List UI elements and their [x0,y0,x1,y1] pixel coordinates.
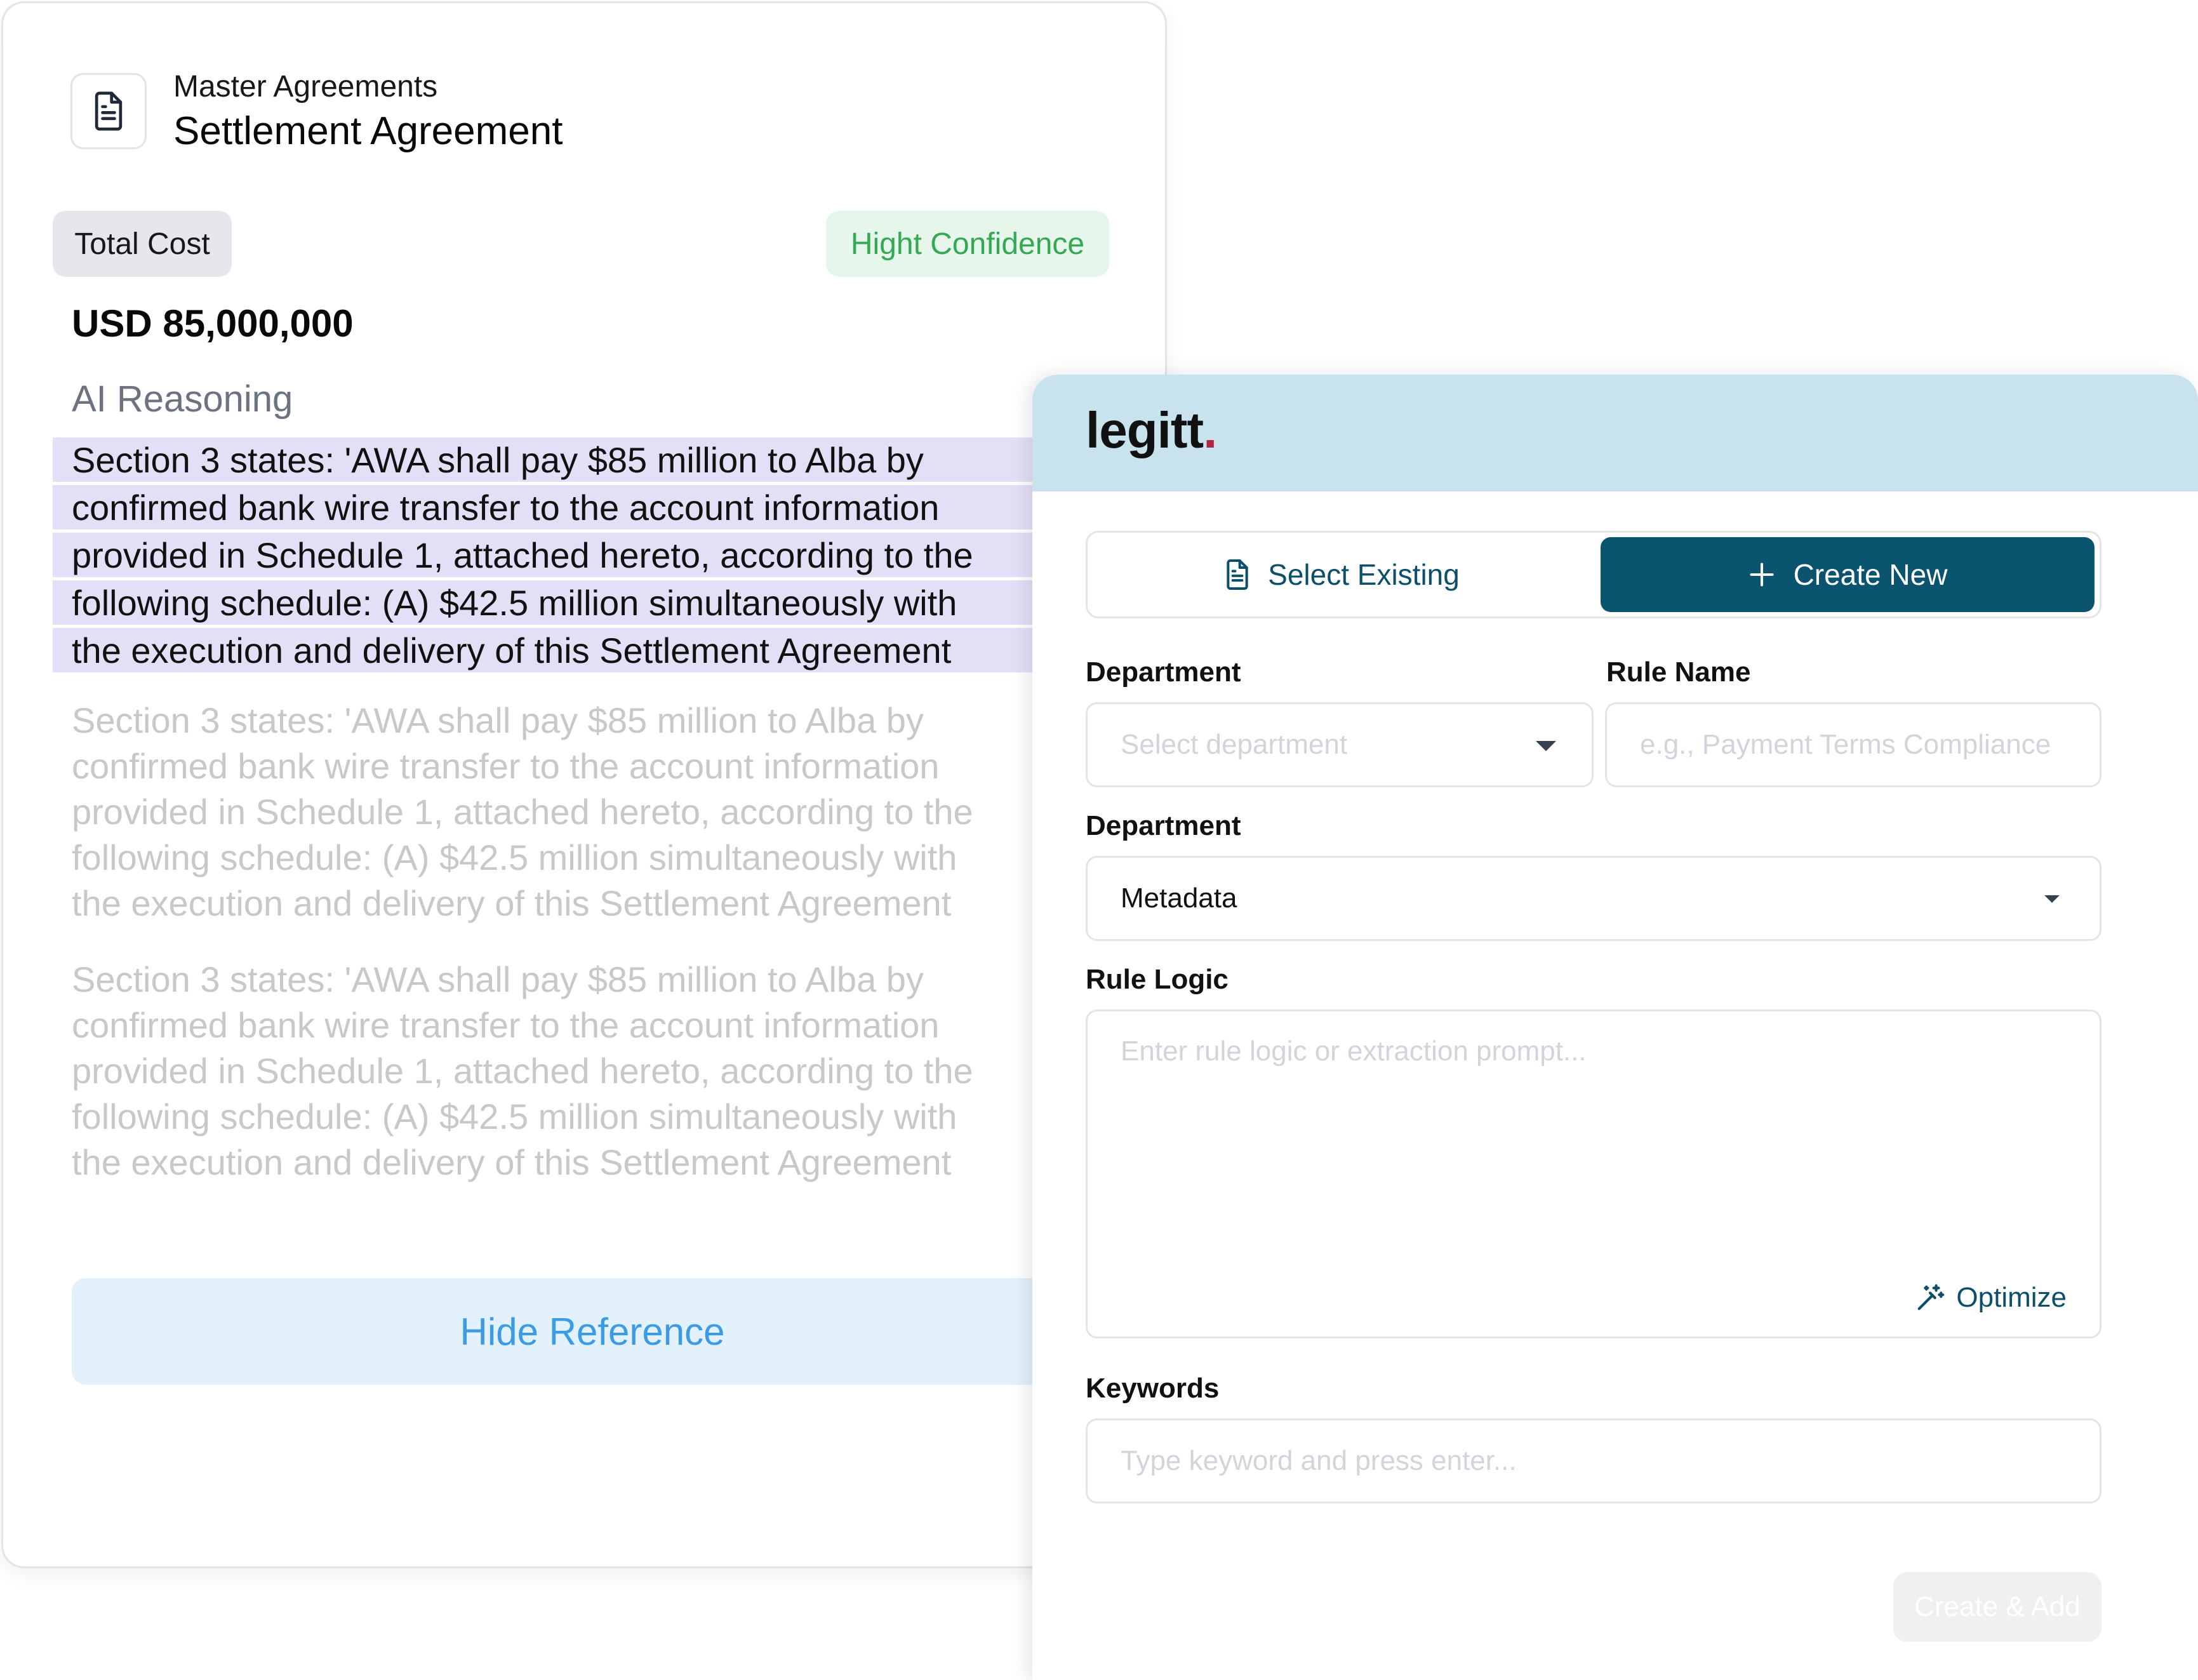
keywords-input[interactable]: Type keyword and press enter... [1086,1418,2101,1503]
modal-header: legitt. [1032,375,2198,491]
reasoning-line: Section 3 states: 'AWA shall pay $85 mil… [72,959,924,999]
optimize-label: Optimize [1956,1282,2067,1313]
create-and-add-button[interactable]: Create & Add [1893,1572,2101,1642]
department-placeholder: Select department [1121,729,1348,760]
reasoning-line: following schedule: (A) $42.5 million si… [53,580,1165,628]
reasoning-line: following schedule: (A) $42.5 million si… [72,837,957,877]
hide-reference-button[interactable]: Hide Reference [72,1278,1165,1385]
mode-toggle: Select Existing Create New [1086,531,2101,618]
total-cost-badge: Total Cost [53,211,232,277]
legitt-logo: legitt. [1086,402,1217,458]
file-text-icon [95,91,123,131]
department-select[interactable]: Select department [1086,702,1594,787]
plus-icon [1750,563,1774,587]
reasoning-line: the execution and delivery of this Settl… [53,628,1165,676]
rule-logic-placeholder: Enter rule logic or extraction prompt... [1121,1036,1587,1067]
reasoning-line: confirmed bank wire transfer to the acco… [72,746,940,786]
breadcrumb[interactable]: Master Agreements [173,69,437,104]
reasoning-line: provided in Schedule 1, attached hereto,… [72,1051,973,1091]
ai-reasoning-title: AI Reasoning [72,378,293,420]
create-new-label: Create New [1793,558,1948,591]
file-text-icon [1227,559,1248,590]
create-rule-modal: legitt. Select Existing Create New Depar… [1032,375,2198,1680]
settlement-card: Master Agreements Settlement Agreement T… [1,1,1167,1568]
magic-wand-icon [1918,1284,1945,1310]
reasoning-line: confirmed bank wire transfer to the acco… [72,1005,940,1045]
reasoning-line: following schedule: (A) $42.5 million si… [72,1097,957,1137]
select-existing-tab[interactable]: Select Existing [1088,533,1595,617]
total-cost-value: USD 85,000,000 [72,302,354,345]
optimize-button[interactable]: Optimize [1915,1282,2067,1314]
keywords-label: Keywords [1086,1373,1220,1404]
department-label-2: Department [1086,810,1241,841]
reasoning-line: Section 3 states: 'AWA shall pay $85 mil… [72,700,924,740]
department-value: Metadata [1121,883,1237,914]
chevron-down-icon [2044,895,2060,903]
document-icon-box [70,73,147,149]
reasoning-line: provided in Schedule 1, attached hereto,… [53,533,1165,580]
hide-reference-label: Hide Reference [460,1310,725,1353]
reasoning-line: Section 3 states: 'AWA shall pay $85 mil… [53,437,1165,485]
confidence-badge: Hight Confidence [826,211,1109,277]
reasoning-faded-block: Section 3 states: 'AWA shall pay $85 mil… [53,698,1165,926]
select-existing-label: Select Existing [1268,558,1460,591]
department-label: Department [1086,657,1241,688]
keywords-placeholder: Type keyword and press enter... [1121,1445,1517,1476]
rule-logic-label: Rule Logic [1086,964,1229,995]
rule-name-placeholder: e.g., Payment Terms Compliance [1640,729,2051,760]
reasoning-line: provided in Schedule 1, attached hereto,… [72,792,973,832]
reasoning-line: confirmed bank wire transfer to the acco… [53,485,1165,533]
document-title: Settlement Agreement [173,109,563,153]
rule-name-input[interactable]: e.g., Payment Terms Compliance [1605,702,2101,787]
reasoning-line: the execution and delivery of this Settl… [72,883,952,923]
chevron-down-icon [1536,741,1556,751]
rule-name-label: Rule Name [1606,657,1751,688]
reasoning-line: the execution and delivery of this Settl… [72,1142,952,1182]
reasoning-faded-block: Section 3 states: 'AWA shall pay $85 mil… [53,957,1165,1185]
create-new-tab[interactable]: Create New [1601,537,2095,612]
reasoning-highlighted-block: Section 3 states: 'AWA shall pay $85 mil… [53,437,1165,676]
rule-logic-textarea[interactable]: Enter rule logic or extraction prompt...… [1086,1010,2101,1338]
department-select-2[interactable]: Metadata [1086,856,2101,941]
